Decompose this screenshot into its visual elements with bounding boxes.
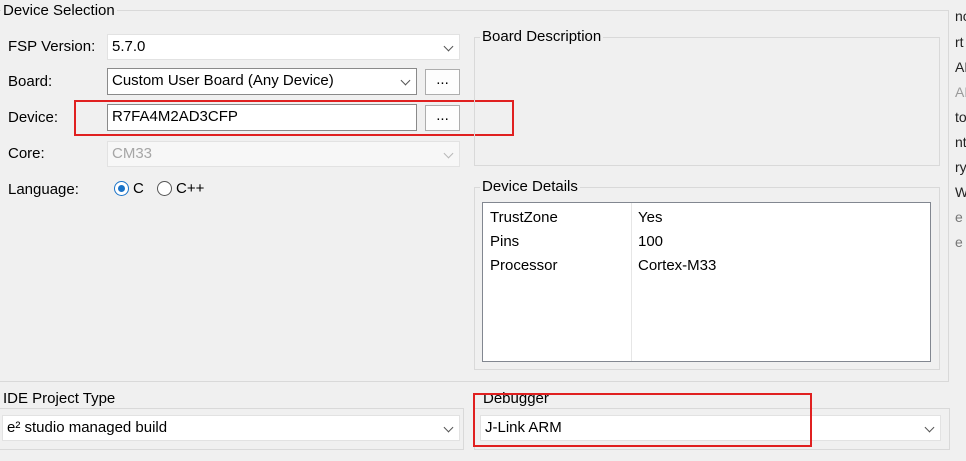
side-fragment: W [955,184,966,200]
core-label: Core: [8,145,45,162]
side-fragment: AF [955,84,966,100]
chevron-down-icon [443,422,454,433]
core-select: CM33 [107,141,460,167]
side-fragment: nt [955,134,966,150]
language-option-cpp[interactable]: C++ [176,180,204,198]
column-divider [631,203,632,361]
fsp-version-value: 5.7.0 [112,38,146,55]
table-row-key: TrustZone [490,209,558,226]
board-select[interactable]: Custom User Board (Any Device) [107,68,417,95]
side-fragment: AF [955,59,966,75]
language-radio-c[interactable] [114,181,129,196]
debugger-highlight-box [473,393,812,447]
side-fragment: nc [955,8,966,24]
device-details-table: TrustZone Yes Pins 100 Processor Cortex-… [482,202,931,362]
side-fragment: ry [955,159,966,175]
side-fragment: to [955,109,966,125]
chevron-down-icon [443,148,454,159]
board-description-title: Board Description [480,28,604,46]
fsp-version-select[interactable]: 5.7.0 [107,34,460,60]
device-label: Device: [8,109,59,126]
device-selection-title: Device Selection [1,2,117,20]
chevron-down-icon [924,422,935,433]
table-row-value: Cortex-M33 [638,257,717,274]
language-radio-cpp[interactable] [157,181,172,196]
fsp-version-label: FSP Version: [8,38,96,55]
ide-project-type-select[interactable]: e² studio managed build [2,415,460,441]
board-browse-button[interactable]: ... [425,69,460,95]
ide-project-type-value: e² studio managed build [7,419,168,436]
side-fragment: e [955,234,963,250]
language-label: Language: [8,181,79,198]
device-details-title: Device Details [480,178,580,196]
language-option-c[interactable]: C [133,180,144,198]
board-description-group [474,37,940,166]
table-row-key: Pins [490,233,520,250]
side-fragment: rt [955,34,964,50]
core-value: CM33 [112,145,153,162]
board-value: Custom User Board (Any Device) [112,72,334,89]
ide-project-type-title: IDE Project Type [1,390,118,408]
table-row-value: Yes [638,209,663,226]
side-fragment: e [955,209,963,225]
board-label: Board: [8,73,53,90]
chevron-down-icon [400,75,411,86]
chevron-down-icon [443,41,454,52]
device-highlight-box [74,100,514,136]
table-row-key: Processor [490,257,558,274]
table-row-value: 100 [638,233,664,250]
